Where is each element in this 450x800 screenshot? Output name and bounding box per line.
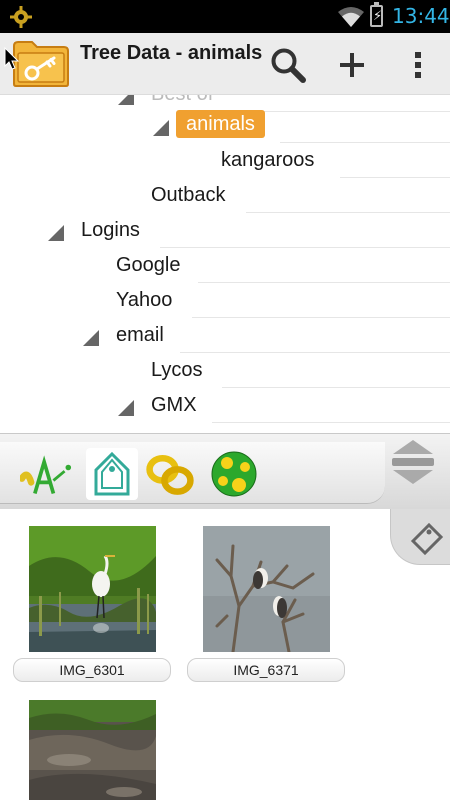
photo-egret[interactable] <box>29 526 156 652</box>
image-gallery[interactable]: IMG_6301 IMG_6371 <box>0 509 450 800</box>
tree-row[interactable]: Yahoo <box>0 283 450 318</box>
tab-other[interactable] <box>208 448 260 500</box>
tree-row[interactable]: animals <box>0 108 450 143</box>
expand-arrow-icon[interactable] <box>83 330 99 346</box>
image-caption: IMG_6371 <box>187 658 345 682</box>
search-button[interactable] <box>266 43 310 87</box>
tree-row[interactable]: kangaroos <box>0 143 450 178</box>
tree-view[interactable]: Best of animals kangaroos Outback Logins… <box>0 95 450 433</box>
photo-birds-on-tree[interactable] <box>203 526 330 654</box>
up-down-arrows-icon <box>392 440 434 484</box>
tree-node-label-selected: animals <box>176 110 265 138</box>
tree-row[interactable]: GMX <box>0 388 450 423</box>
tree-row[interactable]: Logins <box>0 213 450 248</box>
tree-row[interactable]: Google <box>0 248 450 283</box>
image-caption: IMG_6301 <box>13 658 171 682</box>
tree-node-label: kangaroos <box>221 149 315 171</box>
expand-collapse-toggle[interactable] <box>388 436 438 490</box>
overflow-menu-button[interactable] <box>396 43 440 87</box>
tree-row[interactable]: email <box>0 318 450 353</box>
tree-row[interactable]: Outback <box>0 178 450 213</box>
app-notification-icon <box>10 6 32 28</box>
expand-arrow-icon[interactable] <box>118 400 134 416</box>
tag-icon <box>410 522 444 556</box>
add-button[interactable] <box>330 43 374 87</box>
expand-arrow-icon[interactable] <box>48 225 64 241</box>
text-attribute-icon <box>20 455 72 495</box>
clock: 13:44 <box>392 4 450 28</box>
attachment-tab-strip <box>0 433 450 509</box>
status-bar: ⚡ 13:44 <box>0 0 450 33</box>
photo-mud[interactable] <box>29 700 156 800</box>
tab-links[interactable] <box>144 448 196 500</box>
tree-node-label: Outback <box>151 184 226 206</box>
tree-node-label: Best of <box>151 95 213 106</box>
tab-tags[interactable] <box>86 448 138 500</box>
tree-node-label: email <box>116 324 164 346</box>
link-rings-icon <box>146 454 194 495</box>
tag-icon <box>94 451 130 496</box>
side-tag-tab[interactable] <box>390 509 450 565</box>
search-icon <box>271 48 306 83</box>
tree-node-label: Google <box>116 254 181 276</box>
expand-arrow-icon[interactable] <box>118 95 134 105</box>
tree-node-label: Logins <box>81 219 140 241</box>
tab-text-attributes[interactable] <box>20 448 72 500</box>
page-title: Tree Data - animals <box>80 42 263 64</box>
app-logo-folder-key-icon[interactable] <box>12 40 70 88</box>
tree-node-label: Lycos <box>151 359 203 381</box>
wifi-icon <box>338 6 364 33</box>
expand-arrow-icon[interactable] <box>153 120 169 136</box>
action-bar: Tree Data - animals <box>0 33 450 95</box>
tree-node-label: GMX <box>151 394 197 416</box>
battery-icon: ⚡ <box>370 2 383 27</box>
overflow-menu-icon <box>415 52 421 78</box>
tree-row[interactable]: Lycos <box>0 353 450 388</box>
plus-icon <box>340 53 364 77</box>
mouse-pointer-icon <box>4 46 20 76</box>
tree-node-label: Yahoo <box>116 289 173 311</box>
green-dotted-ball-icon <box>211 451 257 497</box>
